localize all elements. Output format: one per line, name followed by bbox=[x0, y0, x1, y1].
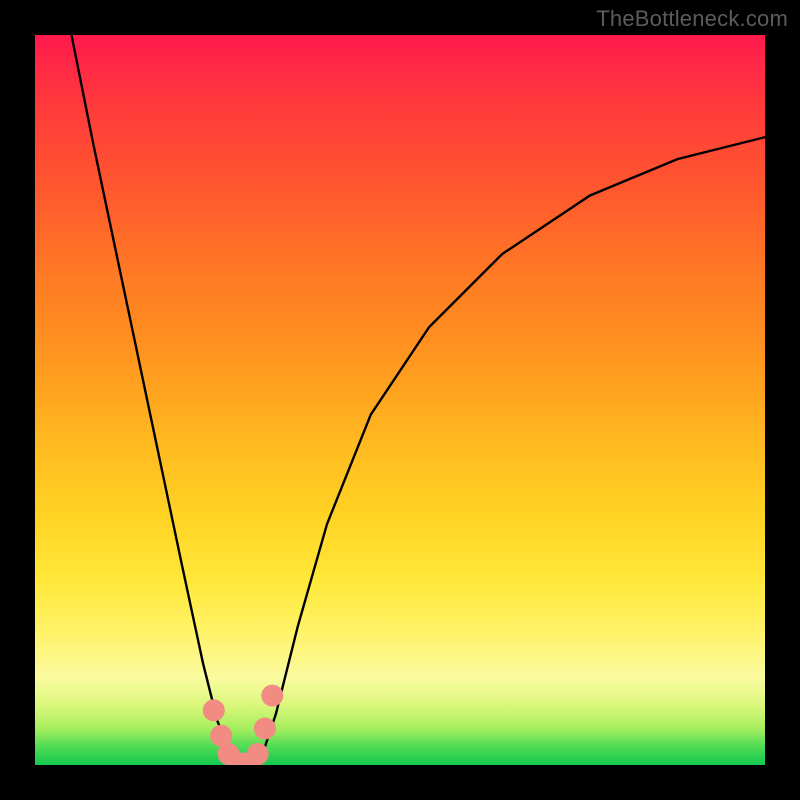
chart-frame: TheBottleneck.com bbox=[0, 0, 800, 800]
watermark-text: TheBottleneck.com bbox=[596, 6, 788, 32]
bottleneck-curve bbox=[72, 35, 766, 765]
highlight-dot bbox=[203, 699, 225, 721]
plot-area bbox=[35, 35, 765, 765]
highlight-dot bbox=[261, 685, 283, 707]
highlight-dot bbox=[254, 718, 276, 740]
highlight-dot bbox=[247, 743, 269, 765]
highlight-dots bbox=[203, 685, 283, 765]
curve-layer bbox=[35, 35, 765, 765]
